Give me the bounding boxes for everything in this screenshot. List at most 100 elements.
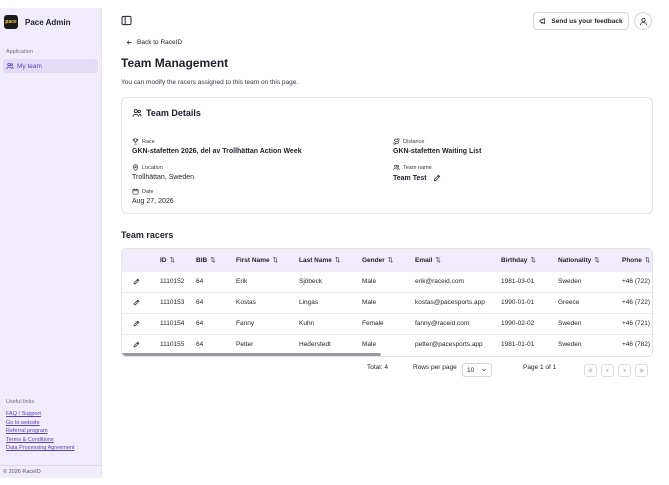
column-header-last-name[interactable]: Last Name ⇅ — [299, 249, 362, 271]
cell-gender: Female — [362, 320, 384, 327]
cell-id: 1110155 — [160, 341, 185, 349]
cell-first-name: Petter — [236, 341, 254, 349]
table-row: 1110155 64 Petter Hederstedt Male petter… — [122, 334, 653, 355]
team-name-value: Team Test — [393, 174, 427, 182]
feedback-button[interactable]: Send us your feedback — [533, 12, 629, 30]
cell-bib: 64 — [196, 278, 204, 285]
cell-phone: +46 (722) 2 — [622, 278, 653, 285]
column-header-bib[interactable]: BIB ⇅ — [196, 249, 236, 271]
users-icon — [393, 164, 400, 171]
team-name-label: Team name — [403, 164, 432, 171]
sidebar-divider — [0, 465, 102, 466]
link-website[interactable]: Go to website — [6, 419, 74, 428]
rows-per-page-value: 10 — [467, 366, 475, 374]
cell-bib: 64 — [196, 341, 204, 349]
link-terms[interactable]: Terms & Conditions — [6, 436, 74, 445]
sort-icon: ⇅ — [210, 256, 216, 264]
user-avatar-button[interactable] — [634, 12, 652, 30]
column-header-gender[interactable]: Gender ⇅ — [362, 249, 415, 271]
cell-bib: 64 — [196, 299, 204, 306]
distance-value: GKN-stafetten Waiting List — [393, 148, 482, 155]
edit-cell[interactable] — [122, 313, 160, 334]
brand[interactable]: pace Pace Admin — [0, 8, 101, 36]
racers-table-container[interactable]: ID ⇅ BIB ⇅ First Name ⇅ Last Name ⇅ Gender ⇅ … — [121, 248, 653, 357]
pencil-icon[interactable] — [133, 341, 140, 348]
brand-name: Pace Admin — [25, 17, 71, 27]
column-header-label: Nationality — [558, 256, 592, 264]
pencil-icon[interactable] — [133, 299, 140, 306]
column-header-first-name[interactable]: First Name ⇅ — [236, 249, 299, 271]
edit-cell[interactable] — [122, 271, 160, 292]
last-page-button[interactable] — [635, 364, 648, 377]
column-header-id[interactable]: ID ⇅ — [160, 249, 196, 271]
back-link-label: Back to RaceID — [137, 39, 183, 46]
sidebar-toggle-button[interactable] — [121, 15, 132, 26]
column-header-nationality[interactable]: Nationality ⇅ — [558, 249, 622, 271]
cell-phone: +46 (721) 1 — [622, 320, 653, 327]
rows-per-page-select[interactable]: 10 — [462, 363, 492, 377]
cell-nationality: Sweden — [558, 278, 582, 285]
race-field: Race GKN-stafetten 2026, del av Trollhät… — [132, 138, 302, 156]
table-header-row: ID ⇅ BIB ⇅ First Name ⇅ Last Name ⇅ Gender ⇅ … — [122, 249, 652, 271]
arrow-left-icon — [126, 40, 132, 45]
map-pin-icon — [133, 164, 138, 171]
edit-cell[interactable] — [122, 292, 160, 313]
link-dpa[interactable]: Data Processing Agreement — [6, 444, 74, 453]
chevron-left-icon — [606, 368, 609, 373]
team-details-title-text: Team Details — [146, 108, 201, 118]
cell-nationality: Greece — [558, 299, 580, 306]
race-label-row: Race — [132, 138, 302, 145]
column-header-label: First Name — [236, 256, 270, 264]
sidebar-item-my-team[interactable]: My team — [3, 59, 98, 73]
chevron-right-icon — [623, 368, 626, 373]
edit-team-name-icon[interactable] — [433, 174, 441, 182]
useful-links: FAQ / Support Go to website Referral pro… — [6, 410, 74, 453]
cell-birthday: 1981-01-01 — [501, 341, 535, 349]
horizontal-scrollbar[interactable] — [122, 353, 381, 356]
cell-gender: Male — [362, 278, 377, 285]
page-info: Page 1 of 1 — [523, 364, 557, 371]
team-racers-title: Team racers — [121, 230, 174, 240]
column-header-actions — [122, 249, 160, 271]
first-page-button[interactable] — [584, 364, 597, 377]
column-header-label: ID — [160, 256, 167, 264]
next-page-button[interactable] — [618, 364, 631, 377]
users-icon — [132, 109, 142, 117]
link-referral[interactable]: Referral program — [6, 427, 74, 436]
link-faq[interactable]: FAQ / Support — [6, 410, 74, 419]
back-link[interactable]: Back to RaceID — [126, 39, 182, 46]
cell-email: kostas@pacesports.app — [415, 299, 485, 306]
team-details-card: Team Details Race GKN-stafetten 2026, de… — [121, 97, 653, 214]
team-details-title: Team Details — [132, 108, 201, 118]
sort-icon: ⇅ — [435, 256, 441, 264]
team-name-row: Team Test — [393, 174, 441, 182]
previous-page-button[interactable] — [601, 364, 614, 377]
team-name-field: Team name Team Test — [393, 164, 441, 182]
column-header-email[interactable]: Email ⇅ — [415, 249, 501, 271]
column-header-label: BIB — [196, 256, 208, 264]
column-header-phone[interactable]: Phone ⇅ — [622, 249, 652, 271]
distance-label: Distance — [403, 138, 425, 145]
pencil-icon[interactable] — [133, 278, 140, 285]
column-header-label: Gender — [362, 256, 385, 264]
cell-phone: +46 (722) 2 — [622, 299, 653, 306]
feedback-label: Send us your feedback — [551, 17, 623, 25]
edit-cell[interactable] — [122, 334, 160, 355]
pencil-icon[interactable] — [133, 320, 140, 327]
sidebar-section-label: Application — [6, 49, 33, 55]
chevrons-right-icon — [639, 368, 644, 373]
page-subtitle: You can modify the racers assigned to th… — [121, 79, 299, 86]
table-row: 1110154 64 Fanny Kuhn Female fanny@racei… — [122, 313, 653, 334]
cell-nationality: Sweden — [558, 341, 582, 349]
chevron-down-icon — [482, 369, 486, 372]
useful-links-label: Useful links — [6, 399, 35, 405]
cell-birthday: 1990-01-01 — [501, 299, 535, 306]
user-icon — [639, 17, 647, 25]
column-header-birthday[interactable]: Birthday ⇅ — [501, 249, 558, 271]
sidebar-item-label: My team — [17, 62, 42, 70]
trophy-icon — [132, 138, 139, 145]
cell-last-name: Sjöbeck — [299, 278, 323, 285]
cell-phone: +46 (782) 2 — [622, 341, 653, 349]
distance-field: Distance GKN-stafetten Waiting List — [393, 138, 481, 155]
team-name-label-row: Team name — [393, 164, 441, 171]
